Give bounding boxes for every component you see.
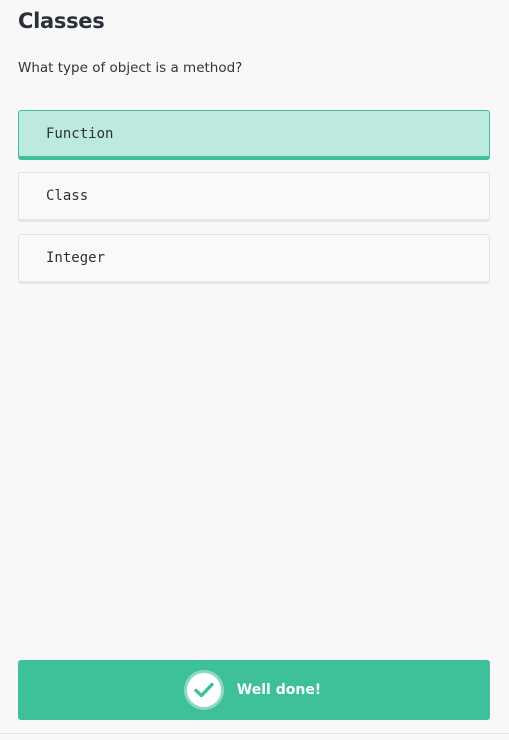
check-icon [186, 673, 221, 707]
feedback-message: Well done! [236, 682, 322, 698]
answer-option-integer[interactable]: Integer [18, 234, 490, 284]
answer-options: Function Class Integer [18, 110, 490, 296]
bottom-divider [0, 733, 509, 734]
answer-option-label: Class [46, 188, 89, 204]
page-title: Classes [18, 9, 105, 33]
question-text: What type of object is a method? [18, 60, 243, 76]
feedback-bar: Well done! [18, 660, 490, 720]
answer-option-class[interactable]: Class [18, 172, 490, 222]
answer-option-label: Integer [46, 250, 106, 266]
answer-option-label: Function [46, 125, 114, 142]
answer-option-function[interactable]: Function [18, 110, 490, 160]
